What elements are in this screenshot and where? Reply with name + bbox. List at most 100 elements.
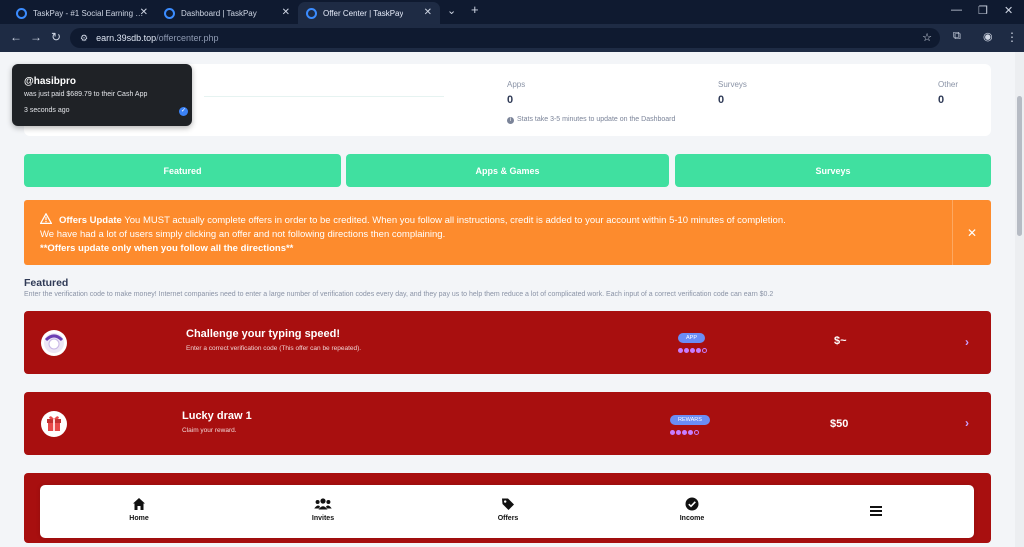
tab-dashboard[interactable]: Dashboard | TaskPay ✕ xyxy=(156,2,298,24)
minimize-icon[interactable]: — xyxy=(951,4,962,16)
check-circle-icon xyxy=(685,497,699,511)
nav-label: Offers xyxy=(497,515,519,522)
taskpay-favicon-icon xyxy=(16,7,27,19)
warning-icon xyxy=(40,213,52,224)
stat-surveys: Surveys 0 xyxy=(718,80,747,106)
url-text: earn.39sdb.top/offercenter.php xyxy=(96,33,219,43)
offer-payout: $50 xyxy=(830,418,849,430)
rating-dot-filled xyxy=(690,348,695,353)
browser-toolbar: ← → ↻ ⚙ earn.39sdb.top/offercenter.php ☆… xyxy=(0,24,1024,52)
offer-type-badge: APP xyxy=(678,333,706,343)
offer-type-badge: REWARS xyxy=(670,415,710,425)
tab-featured[interactable]: Featured xyxy=(24,154,341,187)
offer-rating xyxy=(670,430,699,435)
rating-dot-filled xyxy=(684,348,689,353)
tag-icon xyxy=(502,498,514,510)
page-scrollbar[interactable] xyxy=(1015,52,1024,547)
toast-time: 3 seconds ago xyxy=(24,107,70,114)
tab-title: TaskPay - #1 Social Earning Ne xyxy=(33,8,145,18)
offers-update-alert: Offers Update You MUST actually complete… xyxy=(24,200,991,265)
back-arrow-icon[interactable]: ← xyxy=(10,30,22,44)
home-icon xyxy=(133,498,145,510)
stat-label: Apps xyxy=(507,80,526,89)
profile-icon[interactable]: ◉ xyxy=(983,30,993,43)
users-icon xyxy=(314,498,332,510)
taskpay-favicon-icon xyxy=(306,7,317,19)
toast-message: was just paid $689.79 to their Cash App xyxy=(24,91,148,98)
close-tab-icon[interactable]: ✕ xyxy=(140,7,148,18)
close-tab-icon[interactable]: ✕ xyxy=(282,7,290,18)
chevron-right-icon[interactable]: › xyxy=(965,416,969,430)
nav-offers[interactable]: Offers xyxy=(468,497,548,522)
address-bar[interactable]: ⚙ earn.39sdb.top/offercenter.php ☆ xyxy=(70,28,940,48)
close-tab-icon[interactable]: ✕ xyxy=(424,7,432,18)
typing-game-logo-icon xyxy=(41,330,67,356)
divider xyxy=(952,200,953,265)
offer-card-lucky-draw[interactable]: Lucky draw 1 Claim your reward. REWARS $… xyxy=(24,392,991,455)
nav-home[interactable]: Home xyxy=(99,497,179,522)
tab-list-chevron-icon[interactable]: ⌄ xyxy=(447,4,456,17)
alert-line: We have had a lot of users simply clicki… xyxy=(40,229,446,240)
rating-dot-filled xyxy=(696,348,701,353)
tab-surveys[interactable]: Surveys xyxy=(675,154,991,187)
stats-note: i Stats take 3-5 minutes to update on the… xyxy=(507,116,675,124)
rating-dot-empty xyxy=(702,348,707,353)
stat-label: Other xyxy=(938,80,959,89)
extensions-icon[interactable]: ⧉ xyxy=(953,30,961,43)
nav-income[interactable]: Income xyxy=(652,497,732,522)
forward-arrow-icon[interactable]: → xyxy=(30,30,42,44)
alert-line: Offers Update You MUST actually complete… xyxy=(40,213,786,226)
tab-taskpay-home[interactable]: TaskPay - #1 Social Earning Ne ✕ xyxy=(8,2,156,24)
chevron-right-icon[interactable]: › xyxy=(965,335,969,349)
stat-apps: Apps 0 xyxy=(507,80,525,106)
stat-other: Other 0 xyxy=(938,80,958,106)
taskpay-favicon-icon xyxy=(164,7,175,19)
bottom-nav: Home Invites Offers Income xyxy=(40,485,974,538)
tab-title: Offer Center | TaskPay xyxy=(323,8,404,18)
offer-payout: $~ xyxy=(834,335,847,347)
stat-value: 0 xyxy=(718,94,725,106)
scrollbar-thumb[interactable] xyxy=(1017,96,1022,236)
tab-title: Dashboard | TaskPay xyxy=(181,8,257,18)
rating-dot-empty xyxy=(694,430,699,435)
bookmark-star-icon[interactable]: ☆ xyxy=(922,31,932,44)
verified-check-icon: ✓ xyxy=(179,107,188,116)
rating-dot-filled xyxy=(688,430,693,435)
nav-label: Home xyxy=(129,515,149,522)
rating-dot-filled xyxy=(678,348,683,353)
window-close-icon[interactable]: ✕ xyxy=(1004,4,1013,17)
stat-label: Surveys xyxy=(718,80,747,89)
section-description: Enter the verification code to make mone… xyxy=(24,291,774,298)
offer-title: Lucky draw 1 xyxy=(182,410,252,422)
payment-toast: @hasibpro was just paid $689.79 to their… xyxy=(12,64,192,126)
nav-label: Invites xyxy=(311,515,335,522)
rating-dot-filled xyxy=(670,430,675,435)
offer-subtitle: Enter a correct verification code (This … xyxy=(186,345,362,352)
browser-tab-bar: TaskPay - #1 Social Earning Ne ✕ Dashboa… xyxy=(0,0,1024,24)
menu-kebab-icon[interactable]: ⋮ xyxy=(1006,30,1018,44)
site-settings-icon[interactable]: ⚙ xyxy=(80,33,88,44)
offer-card-typing[interactable]: Challenge your typing speed! Enter a cor… xyxy=(24,311,991,374)
section-title: Featured xyxy=(24,277,69,289)
close-alert-icon[interactable]: ✕ xyxy=(967,226,977,240)
alert-line: **Offers update only when you follow all… xyxy=(40,243,294,254)
rating-dot-filled xyxy=(676,430,681,435)
toast-user: @hasibpro xyxy=(24,76,76,87)
nav-label: Income xyxy=(679,515,705,522)
gift-box-logo-icon xyxy=(41,411,67,437)
restore-icon[interactable]: ❐ xyxy=(978,4,988,17)
offer-rating xyxy=(678,348,707,353)
hamburger-menu-icon xyxy=(870,506,882,516)
divider xyxy=(204,96,444,97)
stat-value: 0 xyxy=(938,94,945,106)
nav-invites[interactable]: Invites xyxy=(283,497,363,522)
offer-title: Challenge your typing speed! xyxy=(186,328,341,340)
info-icon: i xyxy=(507,117,514,124)
new-tab-plus-icon[interactable]: + xyxy=(471,2,479,17)
tab-apps-games[interactable]: Apps & Games xyxy=(346,154,669,187)
nav-menu[interactable] xyxy=(836,504,916,518)
stat-value: 0 xyxy=(507,94,514,106)
reload-icon[interactable]: ↻ xyxy=(51,30,61,44)
tab-offer-center[interactable]: Offer Center | TaskPay ✕ xyxy=(298,2,440,24)
rating-dot-filled xyxy=(682,430,687,435)
